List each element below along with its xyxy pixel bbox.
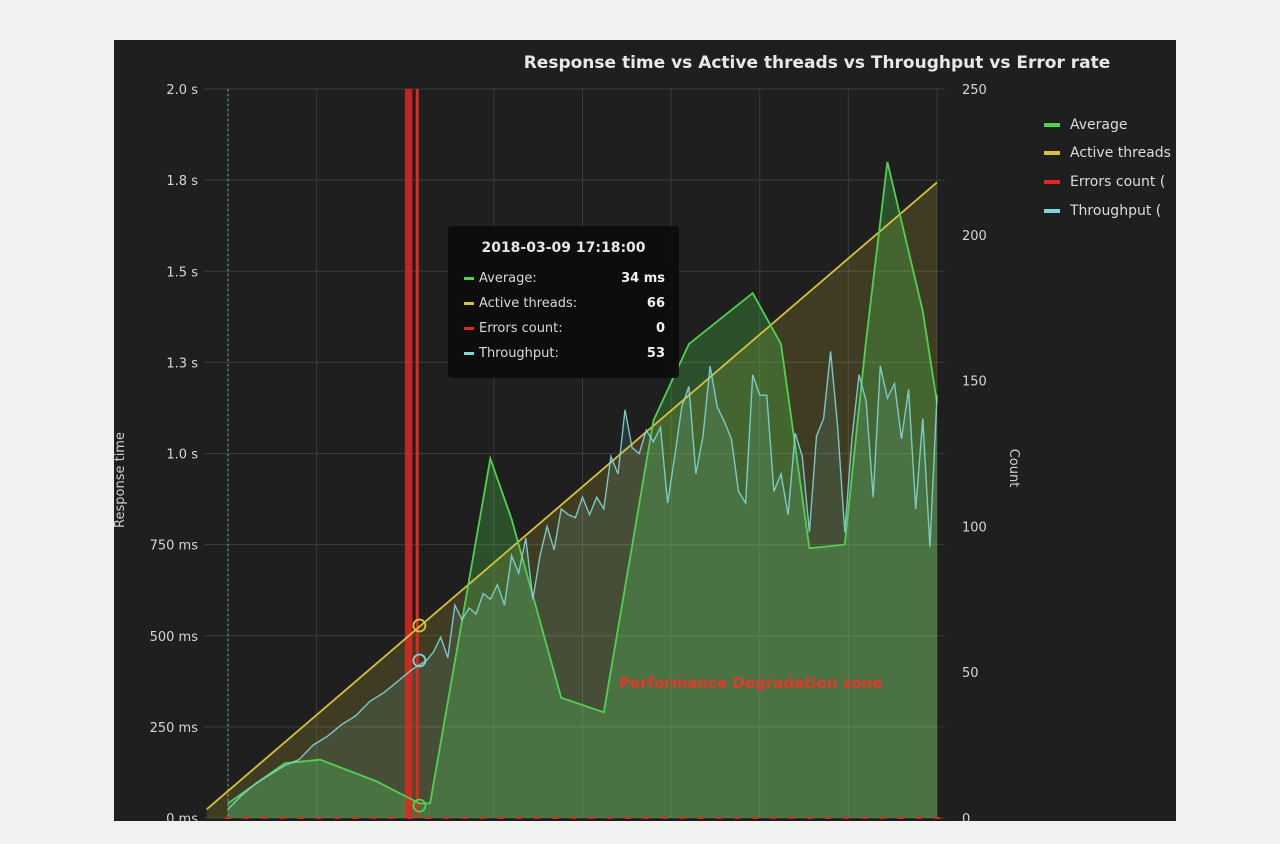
tooltip-row-active-threads: Active threads: 66 — [448, 291, 679, 316]
legend-label-average: Average — [1070, 117, 1128, 133]
y2-axis-title: Count — [1006, 449, 1021, 488]
tooltip-title: 2018-03-09 17:18:00 — [481, 240, 646, 256]
legend-swatch-errors-count — [1044, 180, 1060, 184]
tooltip-swatch-active-threads — [464, 302, 474, 305]
y2-tick-label: 50 — [962, 666, 979, 681]
y-tick-label: 1.8 s — [166, 174, 198, 189]
legend-swatch-throughput — [1044, 209, 1060, 213]
y-tick-label: 1.5 s — [166, 265, 198, 280]
chart-title: Response time vs Active threads vs Throu… — [524, 53, 1111, 73]
y2-tick-label: 200 — [962, 229, 987, 244]
y-tick-label: 1.3 s — [166, 356, 198, 371]
tooltip-value-throughput: 53 — [646, 346, 665, 361]
legend-swatch-average — [1044, 123, 1060, 127]
tooltip-label-throughput: Throughput: — [479, 346, 559, 361]
tooltip-label-active-threads: Active threads: — [479, 296, 578, 311]
legend-label-errors-count: Errors count ( — [1070, 174, 1165, 190]
tooltip-label-errors-count: Errors count: — [479, 321, 563, 336]
tooltip-swatch-average — [464, 277, 474, 280]
tooltip-swatch-throughput — [464, 352, 474, 355]
legend-item-average[interactable]: Average — [1044, 117, 1128, 133]
y2-tick-label: 250 — [962, 83, 987, 98]
tooltip-row-errors-count: Errors count: 0 — [448, 316, 679, 341]
tooltip: 2018-03-09 17:18:00 Average: 34 ms Activ… — [448, 226, 679, 378]
legend-label-throughput: Throughput ( — [1069, 203, 1161, 219]
legend-label-active-threads: Active threads — [1070, 145, 1171, 161]
y-tick-label: 250 ms — [150, 721, 199, 736]
tooltip-swatch-errors-count — [464, 327, 474, 330]
y-tick-label: 0 ms — [166, 812, 198, 821]
y2-tick-label: 100 — [962, 520, 987, 535]
y2-tick-label: 150 — [962, 375, 987, 390]
y-tick-label: 2.0 s — [166, 83, 198, 98]
y-tick-label: 1.0 s — [166, 448, 198, 463]
series-errors-count — [405, 89, 413, 818]
y-axis-title: Response time — [114, 432, 128, 528]
tooltip-row-average: Average: 34 ms — [448, 266, 679, 291]
y-tick-label: 500 ms — [150, 630, 199, 645]
legend-item-throughput[interactable]: Throughput ( — [1044, 203, 1161, 219]
tooltip-value-average: 34 ms — [621, 271, 665, 286]
y-tick-label: 750 ms — [150, 539, 199, 554]
legend-swatch-active-threads — [1044, 151, 1060, 155]
degradation-annotation: Performance Degradation zone — [619, 674, 883, 692]
tooltip-label-average: Average: — [479, 271, 537, 286]
legend: Average Active threads Errors count ( Th… — [1044, 117, 1171, 219]
tooltip-value-active-threads: 66 — [646, 296, 665, 311]
y2-tick-label: 0 — [962, 812, 970, 821]
chart-panel: 0 ms 250 ms 500 ms 750 ms 1.0 s 1.3 s 1.5 s 1.8… — [114, 40, 1176, 821]
legend-item-errors-count[interactable]: Errors count ( — [1044, 174, 1165, 190]
tooltip-row-throughput: Throughput: 53 — [448, 341, 679, 366]
tooltip-value-errors-count: 0 — [655, 321, 665, 336]
chart-svg: 0 ms 250 ms 500 ms 750 ms 1.0 s 1.3 s 1.5 s 1.8… — [114, 53, 1171, 821]
legend-item-active-threads[interactable]: Active threads — [1044, 145, 1171, 161]
